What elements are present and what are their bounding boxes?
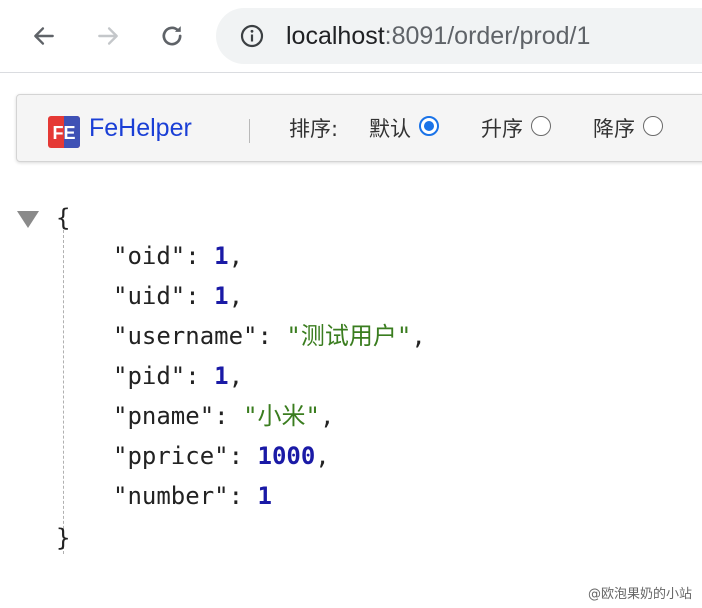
forward-button[interactable] <box>88 16 128 56</box>
json-entry: "pname": "小米", <box>113 396 334 436</box>
sort-option-label: 默认 <box>369 117 411 141</box>
reload-button[interactable] <box>152 16 192 56</box>
json-colon: : <box>185 242 215 270</box>
collapse-triangle-icon[interactable] <box>17 211 39 228</box>
fehelper-logo-icon: FE <box>48 116 80 148</box>
indent-guide <box>63 230 64 554</box>
json-value: 1 <box>214 242 229 270</box>
sort-option-default[interactable]: 默认 <box>369 114 439 144</box>
json-entry: "oid": 1, <box>113 236 243 276</box>
fehelper-toolbar: FE FeHelper 排序: 默认 升序 降序 <box>16 94 702 162</box>
json-value: 1 <box>257 482 272 510</box>
json-value: 1000 <box>257 442 316 470</box>
json-colon: : <box>228 482 258 510</box>
json-colon: : <box>257 322 287 350</box>
sort-option-asc[interactable]: 升序 <box>481 114 551 144</box>
json-key: "uid" <box>113 282 186 310</box>
back-button[interactable] <box>24 16 64 56</box>
json-comma: , <box>411 322 426 350</box>
toolbar-divider <box>249 119 250 143</box>
fehelper-logo-text: FE <box>52 123 75 143</box>
json-entry: "pprice": 1000, <box>113 436 330 476</box>
json-value: "小米" <box>243 402 320 430</box>
json-comma: , <box>228 362 244 390</box>
json-colon: : <box>228 442 258 470</box>
url-text[interactable]: localhost:8091/order/prod/1 <box>286 21 590 51</box>
json-value: 1 <box>214 282 229 310</box>
fehelper-title[interactable]: FeHelper <box>89 112 192 144</box>
sort-option-desc[interactable]: 降序 <box>593 114 663 144</box>
radio-desc[interactable] <box>643 116 663 136</box>
json-entry: "username": "测试用户", <box>113 316 426 356</box>
json-key: "pid" <box>113 362 186 390</box>
json-value: "测试用户" <box>286 322 412 350</box>
close-brace: } <box>56 524 71 552</box>
json-comma: , <box>319 402 335 430</box>
browser-toolbar: localhost:8091/order/prod/1 <box>0 0 702 73</box>
json-entry: "number": 1 <box>113 476 272 516</box>
json-comma: , <box>228 282 244 310</box>
json-comma: , <box>228 242 244 270</box>
json-entry: "pid": 1, <box>113 356 243 396</box>
url-path: :8091/order/prod/1 <box>384 22 591 50</box>
info-icon[interactable] <box>240 24 264 48</box>
radio-asc[interactable] <box>531 116 551 136</box>
json-viewer: { "oid": 1, "uid": 1, "username": "测试用户", "… <box>0 188 702 568</box>
json-colon: : <box>214 402 244 430</box>
sort-label: 排序: <box>289 117 339 141</box>
json-key: "number" <box>113 482 229 510</box>
json-key: "username" <box>113 322 258 350</box>
arrow-left-icon <box>34 27 54 45</box>
json-comma: , <box>315 442 330 470</box>
json-key: "oid" <box>113 242 186 270</box>
arrow-right-icon <box>98 27 118 45</box>
watermark: @欧泡果奶的小站 <box>587 587 692 602</box>
json-key: "pname" <box>113 402 215 430</box>
json-colon: : <box>185 362 215 390</box>
address-bar[interactable]: localhost:8091/order/prod/1 <box>216 8 702 64</box>
radio-default[interactable] <box>419 116 439 136</box>
sort-option-label: 降序 <box>593 117 635 141</box>
json-entry: "uid": 1, <box>113 276 243 316</box>
json-value: 1 <box>214 362 229 390</box>
reload-icon <box>162 26 182 46</box>
sort-option-label: 升序 <box>481 117 523 141</box>
json-colon: : <box>185 282 215 310</box>
url-host: localhost <box>286 22 385 50</box>
json-key: "pprice" <box>113 442 229 470</box>
